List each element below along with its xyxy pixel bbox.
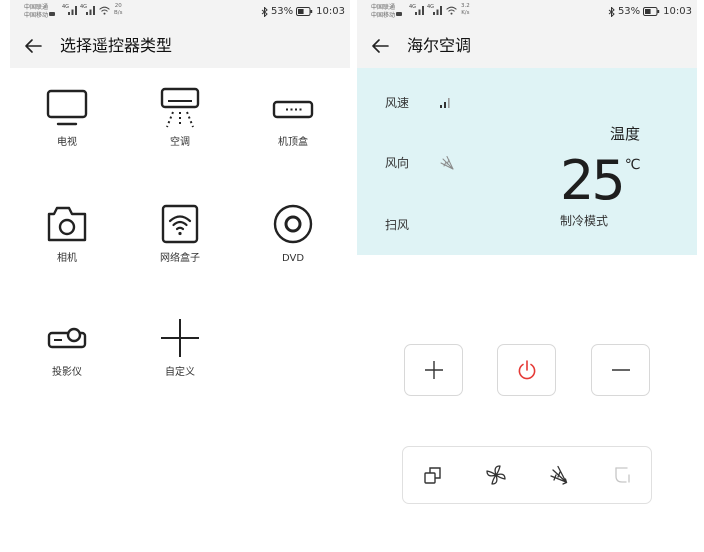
projector-icon xyxy=(47,327,87,349)
temperature-down-button[interactable] xyxy=(591,344,650,396)
ac-status-panel: 风速 风向 扫风 温度 25 ℃ 制冷模式 xyxy=(357,68,697,255)
clock: 10:03 xyxy=(663,6,692,17)
battery-icon xyxy=(296,7,313,16)
device-type-label: 网络盒子 xyxy=(160,253,200,264)
temperature-up-button[interactable] xyxy=(404,344,463,396)
swing-button[interactable] xyxy=(546,462,572,488)
device-type-label: 电视 xyxy=(57,137,77,148)
carrier-2: 中国移动 xyxy=(24,11,49,19)
signal-icon: 4G xyxy=(427,5,444,16)
swing-icon xyxy=(550,465,568,485)
page-title: 选择遥控器类型 xyxy=(60,36,173,55)
device-type-network-box[interactable]: 网络盒子 xyxy=(130,202,230,274)
wifi-icon xyxy=(99,6,110,15)
battery-percent: 53% xyxy=(617,6,641,17)
wind-direction-label: 风向 xyxy=(385,156,410,170)
fan-button[interactable] xyxy=(483,462,509,488)
network-speed-value: 20 xyxy=(114,3,122,9)
battery-fill xyxy=(645,9,651,14)
network-speed: 20 B/s xyxy=(114,3,123,16)
carrier-info: 中国联通 中国移动 xyxy=(371,4,395,19)
carrier-info: 中国联通 中国移动 xyxy=(24,4,48,19)
carrier-1: 中国联通 xyxy=(371,4,396,11)
device-type-label: 空调 xyxy=(170,137,190,148)
sweep-button[interactable] xyxy=(610,462,636,488)
device-type-label: 相机 xyxy=(57,253,77,264)
signal-icon: 4G xyxy=(80,5,97,16)
battery-percent: 53% xyxy=(270,6,294,17)
network-speed-unit: B/s xyxy=(114,9,123,16)
device-type-tv[interactable]: 电视 xyxy=(17,86,117,158)
temperature-readout: 25 ℃ xyxy=(560,154,640,208)
plus-icon xyxy=(424,361,443,379)
sweep-label: 扫风 xyxy=(385,218,410,232)
set-top-box-icon xyxy=(272,100,314,119)
fan-speed-label: 风速 xyxy=(385,96,410,110)
device-type-camera[interactable]: 相机 xyxy=(17,202,117,274)
signal-bars-icon xyxy=(86,6,95,15)
hd-badge-icon xyxy=(49,12,55,16)
sweep-icon xyxy=(615,467,630,483)
tv-icon xyxy=(46,89,88,126)
back-arrow-icon[interactable] xyxy=(371,37,389,55)
device-type-label: 投影仪 xyxy=(52,367,82,378)
hd-badge-icon xyxy=(396,12,402,16)
network-speed-unit: K/s xyxy=(461,9,470,16)
mode-icon xyxy=(424,467,441,484)
carrier-2: 中国移动 xyxy=(371,11,396,19)
device-type-air-conditioner[interactable]: 空调 xyxy=(130,86,230,158)
wind-direction-icon xyxy=(440,156,454,170)
device-type-label: DVD xyxy=(281,253,305,264)
power-icon xyxy=(518,360,535,380)
signal-bars-icon xyxy=(415,6,424,15)
wifi-icon xyxy=(446,6,457,15)
temperature-label: 温度 xyxy=(610,125,641,143)
camera-icon xyxy=(47,206,87,242)
signal-bars-icon xyxy=(68,6,77,15)
clock: 10:03 xyxy=(316,6,345,17)
mode-button[interactable] xyxy=(420,462,446,488)
carrier-1: 中国联通 xyxy=(24,4,49,11)
page-title: 海尔空调 xyxy=(407,36,472,55)
plus-icon xyxy=(161,319,199,357)
power-button[interactable] xyxy=(497,344,556,396)
function-bar xyxy=(402,446,652,504)
battery-icon xyxy=(643,7,660,16)
signal-bars-icon xyxy=(433,6,442,15)
device-type-set-top-box[interactable]: 机顶盒 xyxy=(243,86,343,158)
device-type-label: 机顶盒 xyxy=(278,137,308,148)
device-type-projector[interactable]: 投影仪 xyxy=(17,316,117,388)
bluetooth-icon xyxy=(261,6,268,17)
network-box-icon xyxy=(161,204,199,244)
ac-remote-screen: 中国联通 中国移动 4G 4G 3.2 K/s 53% 10:03 海尔空调 风… xyxy=(357,0,697,552)
air-conditioner-icon xyxy=(160,87,200,128)
fan-icon xyxy=(486,465,506,485)
network-speed-value: 3.2 xyxy=(461,3,470,9)
battery-fill xyxy=(298,9,304,14)
temperature-unit: ℃ xyxy=(624,157,641,173)
device-type-custom[interactable]: 自定义 xyxy=(130,316,230,388)
device-type-dvd[interactable]: DVD xyxy=(243,202,343,274)
signal-icon: 4G xyxy=(62,5,79,16)
remote-type-screen: 中国联通 中国移动 4G 4G 20 B/s 53% 10:03 选择遥控器类型… xyxy=(10,0,350,552)
status-right-group: 53% 10:03 xyxy=(261,6,345,17)
dvd-icon xyxy=(273,204,313,244)
fan-speed-bars-icon xyxy=(440,98,450,108)
back-arrow-icon[interactable] xyxy=(24,37,42,55)
network-speed: 3.2 K/s xyxy=(461,3,470,16)
device-type-label: 自定义 xyxy=(165,367,195,378)
signal-icon: 4G xyxy=(409,5,426,16)
bluetooth-icon xyxy=(608,6,615,17)
temperature-value: 25 xyxy=(560,149,626,212)
mode-label: 制冷模式 xyxy=(560,214,609,228)
minus-icon xyxy=(611,369,630,371)
status-right-group: 53% 10:03 xyxy=(608,6,692,17)
